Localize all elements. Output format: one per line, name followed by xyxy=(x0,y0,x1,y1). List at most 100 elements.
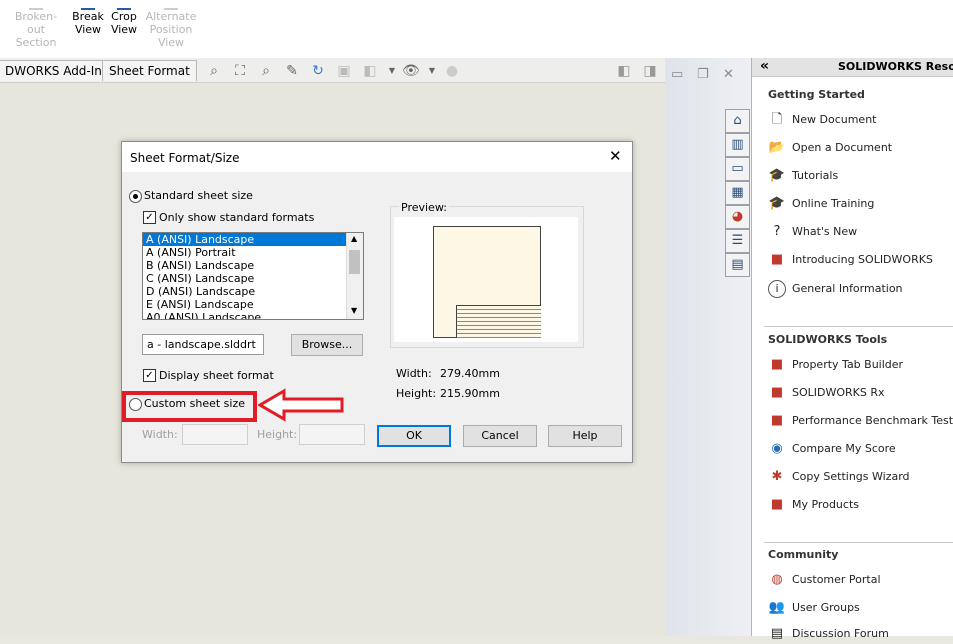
link-label: Compare My Score xyxy=(792,442,896,455)
scroll-right-icon[interactable]: ◨ xyxy=(642,63,658,79)
link-label: Copy Settings Wizard xyxy=(792,470,910,483)
restore-icon[interactable]: ❐ xyxy=(697,67,709,82)
browse-button[interactable]: Browse... xyxy=(291,334,363,356)
link-label: Online Training xyxy=(792,197,875,210)
graduation-cap-icon: 🎓 xyxy=(768,196,786,211)
display-format-checkbox[interactable]: ✓ xyxy=(143,369,156,382)
appearances-icon[interactable]: ◕ xyxy=(725,205,750,229)
introducing-solidworks-link[interactable]: ■ Introducing SOLIDWORKS xyxy=(768,250,933,270)
dialog-titlebar: Sheet Format/Size ✕ xyxy=(122,142,632,172)
info-icon: i xyxy=(768,280,786,298)
whats-new-link[interactable]: ? What's New xyxy=(768,222,858,242)
crop-view-button[interactable]: Crop View xyxy=(108,0,140,36)
only-standard-checkbox[interactable]: ✓ xyxy=(143,211,156,224)
design-library-icon[interactable]: ▥ xyxy=(725,133,750,157)
sheet-size-list[interactable]: A (ANSI) Landscape A (ANSI) Portrait B (… xyxy=(142,232,364,320)
forum-icon[interactable]: ▤ xyxy=(725,253,750,277)
link-label: Property Tab Builder xyxy=(792,358,904,371)
scroll-thumb[interactable] xyxy=(349,250,360,274)
collapse-pane-icon[interactable]: « xyxy=(760,58,769,74)
custom-width-label: Width: xyxy=(142,428,178,441)
file-explorer-icon[interactable]: ▭ xyxy=(725,157,750,181)
alternate-position-view-button[interactable]: Alternate Position View xyxy=(142,0,200,49)
discussion-forum-link[interactable]: ▤ Discussion Forum xyxy=(768,624,889,644)
new-document-link[interactable]: 🗋 New Document xyxy=(768,110,877,130)
ok-button[interactable]: OK xyxy=(377,425,451,447)
preview-height-value: 215.90mm xyxy=(440,387,500,400)
alternate-position-icon xyxy=(164,0,178,10)
display-style-icon[interactable]: ◧ xyxy=(362,63,378,79)
custom-properties-icon[interactable]: ☰ xyxy=(725,229,750,253)
standard-size-radio[interactable] xyxy=(129,190,142,203)
broken-out-section-button[interactable]: Broken-out Section xyxy=(6,0,66,49)
customer-portal-link[interactable]: ◍ Customer Portal xyxy=(768,570,881,590)
home-icon[interactable]: ⌂ xyxy=(725,109,750,133)
list-item[interactable]: C (ANSI) Landscape xyxy=(143,272,363,285)
alt-label-2: Position xyxy=(149,23,193,36)
solidworks-rx-link[interactable]: ■ SOLIDWORKS Rx xyxy=(768,383,885,403)
preview-width-value: 279.40mm xyxy=(440,367,500,380)
compare-my-score-link[interactable]: ◉ Compare My Score xyxy=(768,439,896,459)
custom-height-field[interactable] xyxy=(299,424,365,445)
hide-show-items-icon[interactable]: 👁 xyxy=(402,63,420,79)
appearance-icon[interactable]: ● xyxy=(444,63,460,79)
custom-width-field[interactable] xyxy=(182,424,248,445)
crop-label-2: View xyxy=(110,23,138,36)
title-block xyxy=(456,305,541,338)
link-label: User Groups xyxy=(792,601,860,614)
general-information-link[interactable]: i General Information xyxy=(768,279,903,299)
link-label: Customer Portal xyxy=(792,573,881,586)
minimize-icon[interactable]: ▭ xyxy=(671,67,683,82)
my-products-link[interactable]: ■ My Products xyxy=(768,495,859,515)
preview-width-label: Width: xyxy=(396,367,432,380)
list-item[interactable]: A (ANSI) Portrait xyxy=(143,246,363,259)
view-orientation-icon[interactable]: ▣ xyxy=(336,63,352,79)
list-item[interactable]: E (ANSI) Landscape xyxy=(143,298,363,311)
solidworks-icon: ■ xyxy=(770,252,784,267)
list-item[interactable]: B (ANSI) Landscape xyxy=(143,259,363,272)
list-scrollbar[interactable]: ▲ ▼ xyxy=(346,233,363,319)
chevron-down-icon[interactable]: ▼ xyxy=(351,306,357,315)
rotate-icon[interactable]: ↻ xyxy=(310,63,326,79)
format-file-field[interactable]: a - landscape.slddrt xyxy=(142,334,264,355)
user-groups-link[interactable]: 👥 User Groups xyxy=(768,598,860,618)
zoom-to-fit-icon[interactable]: ⌕ xyxy=(206,63,222,79)
community-heading: Community xyxy=(768,548,839,561)
tab-addins[interactable]: DWORKS Add-Ins xyxy=(0,60,116,81)
copy-settings-wizard-link[interactable]: ✱ Copy Settings Wizard xyxy=(768,467,910,487)
tab-sheet-format[interactable]: Sheet Format xyxy=(102,60,197,81)
list-item[interactable]: A (ANSI) Landscape xyxy=(143,233,346,246)
preview-height-label: Height: xyxy=(396,387,437,400)
forum-icon: ▤ xyxy=(770,626,784,641)
rx-icon: ■ xyxy=(770,413,784,428)
solidworks-tools-heading: SOLIDWORKS Tools xyxy=(768,333,888,346)
list-item[interactable]: D (ANSI) Landscape xyxy=(143,285,363,298)
divider xyxy=(764,542,953,543)
customer-portal-icon: ◍ xyxy=(771,572,783,587)
close-icon[interactable]: ✕ xyxy=(723,67,734,82)
zoom-in-out-icon[interactable]: ⌕ xyxy=(258,63,274,79)
property-tab-builder-link[interactable]: ■ Property Tab Builder xyxy=(768,355,903,375)
chevron-up-icon[interactable]: ▲ xyxy=(351,234,357,243)
solidworks-icon: ■ xyxy=(770,357,784,372)
task-pane-title: SOLIDWORKS Resou xyxy=(838,60,953,73)
break-view-button[interactable]: Break View xyxy=(72,0,104,36)
rx-icon: ■ xyxy=(770,385,784,400)
zoom-to-area-icon[interactable]: ⛶ xyxy=(232,63,248,79)
performance-benchmark-link[interactable]: ■ Performance Benchmark Test xyxy=(768,411,953,431)
only-standard-label: Only show standard formats xyxy=(159,211,315,224)
open-document-link[interactable]: 📂 Open a Document xyxy=(768,138,892,158)
help-button[interactable]: Help xyxy=(548,425,622,447)
close-icon[interactable]: ✕ xyxy=(609,147,622,165)
link-label: Tutorials xyxy=(792,169,839,182)
cancel-button[interactable]: Cancel xyxy=(463,425,537,447)
tutorials-link[interactable]: 🎓 Tutorials xyxy=(768,166,838,186)
scroll-left-icon[interactable]: ◧ xyxy=(616,63,632,79)
link-label: What's New xyxy=(792,225,858,238)
view-palette-icon[interactable]: ▦ xyxy=(725,181,750,205)
chevron-down-icon[interactable]: ▼ xyxy=(424,63,440,79)
list-item[interactable]: A0 (ANSI) Landscape xyxy=(143,311,363,319)
online-training-link[interactable]: 🎓 Online Training xyxy=(768,194,874,214)
chevron-down-icon[interactable]: ▼ xyxy=(384,63,400,79)
pan-icon[interactable]: ✎ xyxy=(284,63,300,79)
